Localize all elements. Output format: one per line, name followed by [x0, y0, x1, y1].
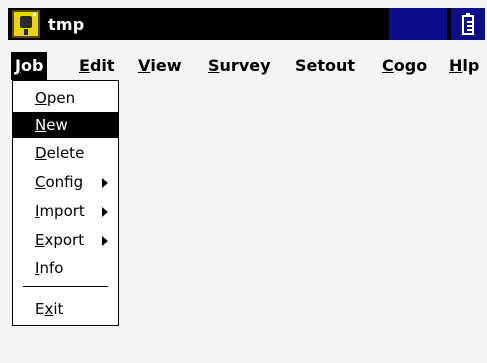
menu-item-info[interactable]: Info	[13, 255, 118, 281]
window-title: tmp	[48, 15, 85, 34]
menu-item-delete[interactable]: Delete	[13, 140, 118, 166]
menu-item-import[interactable]: Import	[13, 198, 118, 224]
menu-view[interactable]: View	[134, 52, 186, 80]
job-dropdown-menu: Open New Delete Config Import Export Inf…	[12, 80, 119, 326]
menu-help[interactable]: Hlp	[445, 52, 483, 80]
menu-item-open[interactable]: Open	[13, 85, 118, 111]
menu-edit[interactable]: Edit	[75, 52, 119, 80]
status-indicator	[389, 8, 447, 40]
submenu-arrow-icon	[102, 178, 108, 188]
survey-instrument-icon[interactable]	[12, 10, 40, 38]
menu-item-export[interactable]: Export	[13, 227, 118, 253]
menu-item-config[interactable]: Config	[13, 169, 118, 195]
menu-job[interactable]: Job	[11, 52, 48, 80]
submenu-arrow-icon	[102, 207, 108, 217]
menu-cogo[interactable]: Cogo	[378, 52, 431, 80]
menu-item-exit[interactable]: Exit	[13, 296, 118, 322]
title-bar: tmp	[8, 8, 485, 40]
menu-separator	[23, 286, 108, 287]
submenu-arrow-icon	[102, 236, 108, 246]
menu-setout[interactable]: Setout	[291, 52, 359, 80]
menu-bar: Job Edit View Survey Setout Cogo Hlp	[8, 52, 485, 80]
menu-survey[interactable]: Survey	[204, 52, 275, 80]
menu-item-new[interactable]: New	[13, 112, 118, 138]
battery-icon[interactable]	[451, 8, 485, 40]
